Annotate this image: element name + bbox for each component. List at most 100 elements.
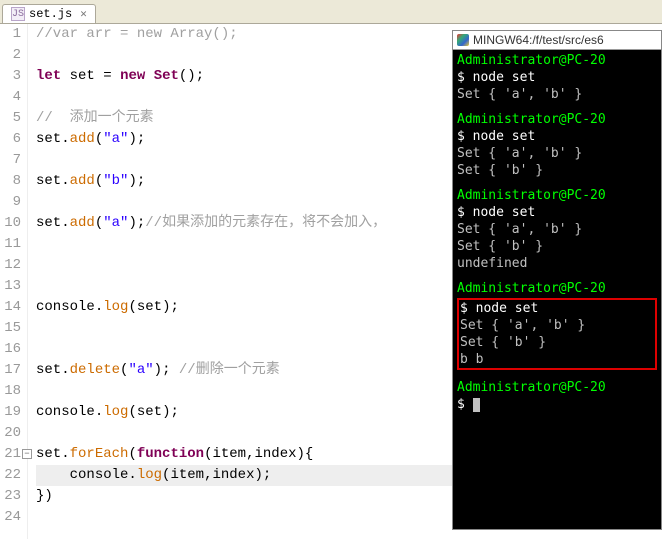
terminal-command: $ node set [457, 204, 657, 221]
line-number: 12 [0, 255, 21, 276]
terminal-title-text: MINGW64:/f/test/src/es6 [473, 33, 604, 47]
code-token: add [70, 131, 95, 147]
terminal-command: $ node set [460, 300, 654, 317]
code-token: set [36, 446, 61, 462]
code-token: . [61, 446, 69, 462]
terminal-prompt: Administrator@PC-20 [457, 379, 657, 396]
code-token: //删除一个元素 [179, 362, 280, 378]
code-token [36, 467, 70, 483]
code-token: ( [128, 404, 136, 420]
line-number: 23 [0, 486, 21, 507]
code-token: set [36, 131, 61, 147]
terminal-window[interactable]: MINGW64:/f/test/src/es6 Administrator@PC… [452, 30, 662, 530]
code-token: let [36, 68, 61, 84]
line-number: 18 [0, 381, 21, 402]
terminal-output: Set { 'a', 'b' } [457, 145, 657, 162]
line-number: 1 [0, 24, 21, 45]
code-token: log [103, 299, 128, 315]
line-number: 9 [0, 192, 21, 213]
code-token: ); [162, 404, 179, 420]
terminal-command: $ node set [457, 69, 657, 86]
code-token: index [254, 446, 296, 462]
line-number: 13 [0, 276, 21, 297]
code-token: // 添加一个元素 [36, 110, 154, 126]
terminal-command: $ [457, 396, 657, 413]
highlighted-output-box: $ node setSet { 'a', 'b' }Set { 'b' }b b [457, 298, 657, 370]
line-number: 24 [0, 507, 21, 528]
terminal-prompt: Administrator@PC-20 [457, 187, 657, 204]
code-token: add [70, 173, 95, 189]
code-token: ); [162, 299, 179, 315]
code-token: ); [128, 131, 145, 147]
terminal-output: Set { 'b' } [457, 162, 657, 179]
terminal-body[interactable]: Administrator@PC-20$ node setSet { 'a', … [453, 50, 661, 415]
code-token: item [212, 446, 246, 462]
line-number: 7 [0, 150, 21, 171]
line-number: 8 [0, 171, 21, 192]
line-number: 2 [0, 45, 21, 66]
terminal-title-bar[interactable]: MINGW64:/f/test/src/es6 [453, 31, 661, 50]
code-token: set [137, 299, 162, 315]
terminal-output: Set { 'b' } [460, 334, 654, 351]
code-token: . [95, 299, 103, 315]
code-token: . [61, 215, 69, 231]
js-file-icon: JS [11, 7, 25, 21]
line-number: 6 [0, 129, 21, 150]
code-token: item [170, 467, 204, 483]
code-token: . [61, 362, 69, 378]
terminal-output: Set { 'b' } [457, 238, 657, 255]
line-number: 11 [0, 234, 21, 255]
code-token: = [95, 68, 120, 84]
code-token: "b" [103, 173, 128, 189]
code-token: ); [128, 173, 145, 189]
terminal-output: undefined [457, 255, 657, 272]
terminal-command: $ node set [457, 128, 657, 145]
code-token: ( [95, 215, 103, 231]
line-number: 17 [0, 360, 21, 381]
line-number: 5 [0, 108, 21, 129]
code-token: "a" [103, 131, 128, 147]
terminal-prompt: Administrator@PC-20 [457, 280, 657, 297]
code-token: ( [128, 299, 136, 315]
code-token: "a" [128, 362, 153, 378]
code-token: . [128, 467, 136, 483]
line-number: 14 [0, 297, 21, 318]
code-token: delete [70, 362, 120, 378]
code-token: . [61, 131, 69, 147]
close-icon[interactable]: ✕ [80, 7, 87, 21]
fold-toggle-icon[interactable]: − [22, 449, 32, 459]
line-number: 10 [0, 213, 21, 234]
code-token: console [70, 467, 129, 483]
terminal-output: Set { 'a', 'b' } [457, 86, 657, 103]
code-token: console [36, 299, 95, 315]
line-number: 20 [0, 423, 21, 444]
code-token [145, 68, 153, 84]
code-token: ); [154, 362, 179, 378]
terminal-output: Set { 'a', 'b' } [457, 221, 657, 238]
code-token: //如果添加的元素存在，将不会加入， [145, 215, 386, 231]
code-token: Set [154, 68, 179, 84]
line-number: 15 [0, 318, 21, 339]
mingw-icon [457, 34, 469, 46]
line-number: 22 [0, 465, 21, 486]
tab-filename: set.js [29, 7, 72, 21]
code-token: //var arr = new Array(); [36, 26, 238, 42]
code-token: set [36, 215, 61, 231]
code-token [61, 68, 69, 84]
code-token: ( [95, 131, 103, 147]
code-token: function [137, 446, 204, 462]
tab-setjs[interactable]: JS set.js ✕ [2, 4, 96, 23]
line-number: 21 [0, 444, 21, 465]
code-token: add [70, 215, 95, 231]
code-token: "a" [103, 215, 128, 231]
code-token: ( [128, 446, 136, 462]
code-token: new [120, 68, 145, 84]
code-token: set [70, 68, 95, 84]
terminal-prompt: Administrator@PC-20 [457, 111, 657, 128]
code-token: . [61, 173, 69, 189]
code-token: log [137, 467, 162, 483]
code-token: index [212, 467, 254, 483]
code-token: set [36, 362, 61, 378]
terminal-cursor [473, 398, 480, 412]
code-token: set [36, 173, 61, 189]
